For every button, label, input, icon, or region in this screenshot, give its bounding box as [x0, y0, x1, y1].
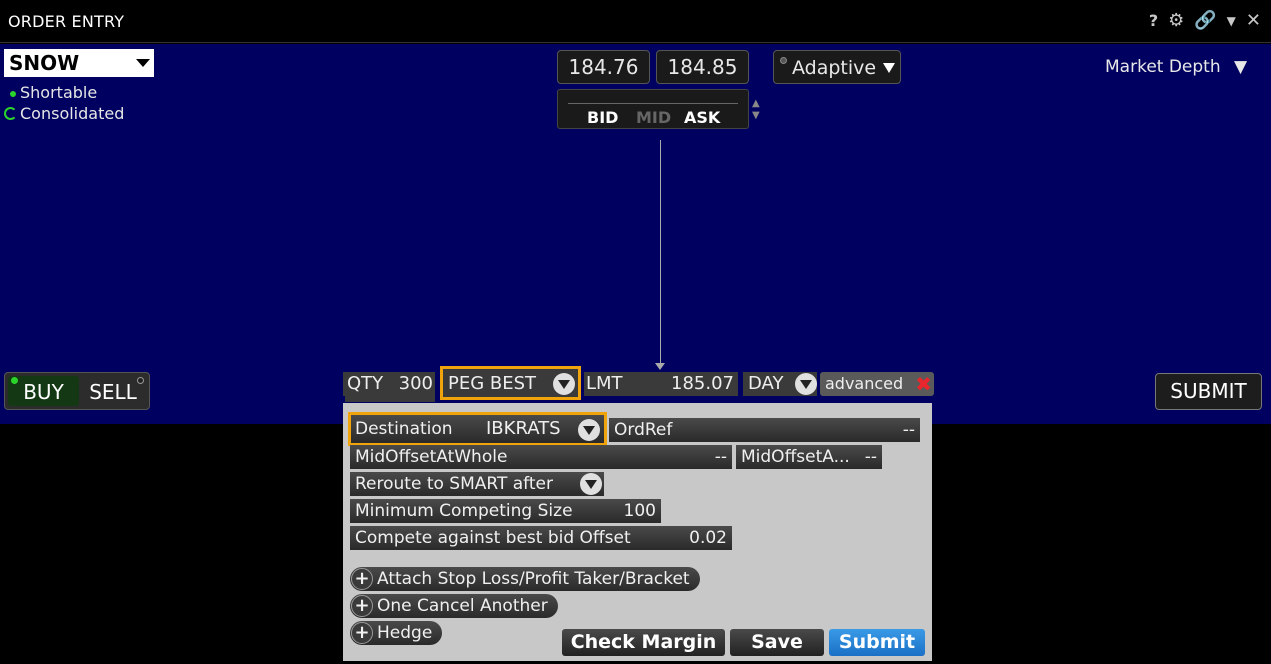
dropdown-circle-icon — [578, 419, 600, 441]
algo-selector[interactable]: Adaptive — [773, 50, 901, 84]
qty-label: QTY — [347, 373, 384, 394]
destination-field[interactable]: Destination IBKRATS — [348, 412, 607, 446]
plus-icon: + — [351, 622, 373, 644]
midoffset-whole-field[interactable]: MidOffsetAtWhole -- — [350, 445, 732, 469]
midoffset-whole-label: MidOffsetAtWhole — [355, 447, 508, 467]
window-title: ORDER ENTRY — [8, 12, 125, 31]
shortable-label: Shortable — [20, 83, 98, 102]
ordref-field[interactable]: OrdRef -- — [609, 418, 920, 442]
ordref-label: OrdRef — [614, 420, 673, 440]
submit-button[interactable]: SUBMIT — [1155, 373, 1262, 410]
bid-label[interactable]: BID — [587, 108, 618, 127]
market-depth-label: Market Depth — [1105, 57, 1221, 77]
consolidated-status: Consolidated — [4, 104, 124, 123]
compete-offset-label: Compete against best bid Offset — [355, 528, 631, 548]
price-slider[interactable]: BID MID ASK — [557, 89, 749, 129]
midoffset-whole-value[interactable]: -- — [715, 445, 727, 469]
gear-icon[interactable]: ⚙ — [1168, 10, 1184, 32]
midoffset-a-value[interactable]: -- — [865, 445, 877, 469]
quantity-field[interactable]: QTY 300 — [343, 372, 435, 396]
min-competing-value[interactable]: 100 — [624, 499, 656, 523]
save-button[interactable]: Save — [730, 629, 824, 656]
ask-label[interactable]: ASK — [684, 108, 720, 127]
attach-bracket-button[interactable]: + Attach Stop Loss/Profit Taker/Bracket — [350, 567, 700, 591]
compete-offset-value[interactable]: 0.02 — [689, 526, 727, 550]
attach-label: Attach Stop Loss/Profit Taker/Bracket — [377, 569, 690, 589]
buy-sell-toggle[interactable]: BUY SELL — [4, 372, 150, 410]
bid-price[interactable]: 184.76 — [557, 50, 650, 84]
title-icons: ? ⚙ 🔗 ▼ ✕ — [1149, 10, 1261, 32]
buy-button[interactable]: BUY — [8, 376, 79, 406]
tif-value: DAY — [748, 373, 784, 394]
buy-led-icon — [11, 377, 18, 384]
status-led-icon — [780, 57, 787, 64]
lmt-value[interactable]: 185.07 — [671, 372, 734, 396]
chevron-down-icon[interactable]: ▼ — [1227, 10, 1236, 32]
compete-offset-field[interactable]: Compete against best bid Offset 0.02 — [350, 526, 732, 550]
destination-value: IBKRATS — [486, 418, 561, 439]
check-margin-button[interactable]: Check Margin — [562, 629, 725, 656]
tif-selector[interactable]: DAY — [743, 372, 817, 396]
sell-led-icon — [137, 377, 144, 384]
advanced-panel: Destination IBKRATS OrdRef -- MidOffsetA… — [343, 403, 932, 661]
close-advanced-icon[interactable]: ✖ — [915, 372, 932, 396]
status-dot-icon — [10, 90, 16, 97]
mid-label[interactable]: MID — [636, 108, 671, 127]
dropdown-circle-icon — [553, 373, 575, 395]
order-type-value: PEG BEST — [448, 373, 537, 394]
reroute-field[interactable]: Reroute to SMART after — [350, 472, 604, 496]
oca-label: One Cancel Another — [377, 596, 548, 616]
lmt-label: LMT — [586, 373, 623, 394]
title-bar: ORDER ENTRY ? ⚙ 🔗 ▼ ✕ — [0, 0, 1271, 43]
plus-icon: + — [351, 595, 373, 617]
order-type-selector[interactable]: PEG BEST — [440, 366, 581, 400]
price-stepper-icon[interactable]: ▲ ▼ — [752, 98, 760, 122]
midoffset-a-field[interactable]: MidOffsetA... -- — [736, 445, 882, 469]
link-icon[interactable]: 🔗 — [1194, 10, 1216, 32]
min-competing-field[interactable]: Minimum Competing Size 100 — [350, 499, 661, 523]
shortable-status: Shortable — [10, 83, 97, 102]
dropdown-arrow-icon — [883, 63, 895, 73]
hedge-label: Hedge — [377, 623, 433, 643]
qty-value[interactable]: 300 — [399, 372, 433, 396]
triangle-down-icon: ▼ — [1234, 57, 1248, 77]
destination-label: Destination — [355, 419, 453, 439]
consolidated-label: Consolidated — [20, 104, 125, 123]
dropdown-circle-icon — [580, 473, 602, 495]
refresh-icon — [4, 107, 17, 120]
advanced-label: advanced — [825, 374, 904, 393]
qty-underline — [345, 396, 435, 402]
advanced-submit-button[interactable]: Submit — [829, 629, 925, 656]
ask-price[interactable]: 184.85 — [656, 50, 749, 84]
price-line — [660, 140, 661, 368]
plus-icon: + — [351, 568, 373, 590]
ordref-value[interactable]: -- — [903, 418, 915, 442]
arrow-down-icon — [655, 363, 665, 370]
symbol-selector[interactable]: SNOW — [4, 49, 154, 77]
midoffset-a-label: MidOffsetA... — [741, 447, 850, 467]
dropdown-circle-icon — [795, 373, 817, 395]
price-scale — [568, 98, 738, 104]
reroute-label: Reroute to SMART after — [355, 474, 553, 494]
one-cancel-another-button[interactable]: + One Cancel Another — [350, 594, 558, 618]
hedge-button[interactable]: + Hedge — [350, 621, 443, 645]
help-icon[interactable]: ? — [1149, 10, 1158, 32]
close-icon[interactable]: ✕ — [1246, 10, 1261, 32]
market-depth-toggle[interactable]: Market Depth ▼ — [1105, 57, 1247, 77]
limit-price-field[interactable]: LMT 185.07 — [584, 372, 738, 396]
advanced-toggle[interactable]: advanced ✖ — [820, 372, 934, 396]
min-competing-label: Minimum Competing Size — [355, 501, 573, 521]
algo-label: Adaptive — [792, 57, 877, 79]
symbol-value: SNOW — [9, 51, 80, 75]
chevron-down-icon — [136, 59, 150, 67]
